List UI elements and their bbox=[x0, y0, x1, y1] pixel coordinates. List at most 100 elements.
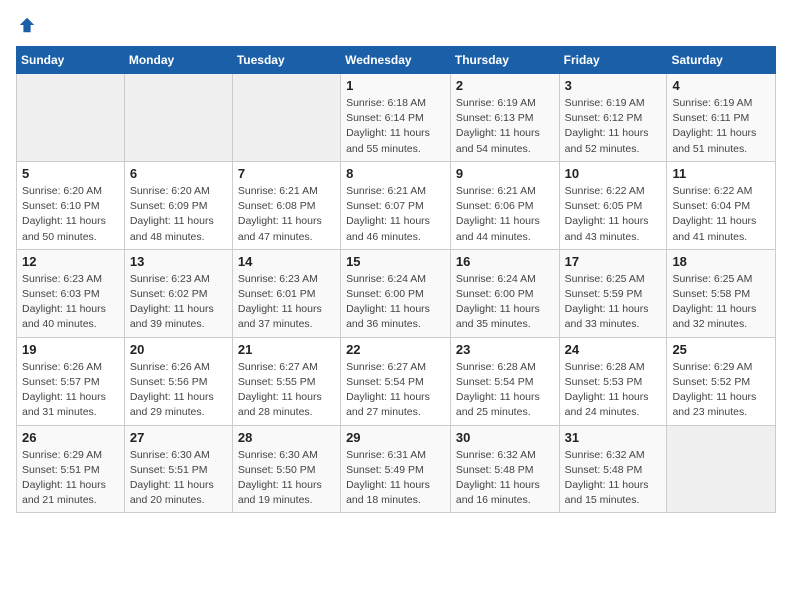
calendar-header-row: SundayMondayTuesdayWednesdayThursdayFrid… bbox=[17, 47, 776, 74]
day-number: 18 bbox=[672, 254, 770, 269]
day-detail: Sunrise: 6:20 AM Sunset: 6:09 PM Dayligh… bbox=[130, 184, 227, 245]
calendar-cell: 22 Sunrise: 6:27 AM Sunset: 5:54 PM Dayli… bbox=[341, 337, 451, 425]
calendar-cell: 26 Sunrise: 6:29 AM Sunset: 5:51 PM Dayli… bbox=[17, 425, 125, 513]
day-detail: Sunrise: 6:30 AM Sunset: 5:51 PM Dayligh… bbox=[130, 448, 227, 509]
calendar-cell bbox=[124, 74, 232, 162]
calendar-cell: 11 Sunrise: 6:22 AM Sunset: 6:04 PM Dayli… bbox=[667, 161, 776, 249]
day-number: 12 bbox=[22, 254, 119, 269]
logo bbox=[16, 16, 36, 34]
day-number: 19 bbox=[22, 342, 119, 357]
calendar-cell: 28Sunrise: 6:30 AM Sunset: 5:50 PM Dayli… bbox=[232, 425, 340, 513]
day-number: 6 bbox=[130, 166, 227, 181]
calendar-cell: 17 Sunrise: 6:25 AM Sunset: 5:59 PM Dayli… bbox=[559, 249, 667, 337]
weekday-header: Saturday bbox=[667, 47, 776, 74]
calendar-cell: 27Sunrise: 6:30 AM Sunset: 5:51 PM Dayli… bbox=[124, 425, 232, 513]
calendar-week-row: 5 Sunrise: 6:20 AM Sunset: 6:10 PM Daylig… bbox=[17, 161, 776, 249]
day-number: 26 bbox=[22, 430, 119, 445]
calendar-cell: 31 Sunrise: 6:32 AM Sunset: 5:48 PM Dayli… bbox=[559, 425, 667, 513]
day-detail: Sunrise: 6:21 AM Sunset: 6:06 PM Dayligh… bbox=[456, 184, 554, 245]
calendar-cell: 9 Sunrise: 6:21 AM Sunset: 6:06 PM Daylig… bbox=[450, 161, 559, 249]
day-detail: Sunrise: 6:23 AM Sunset: 6:01 PM Dayligh… bbox=[238, 272, 335, 333]
calendar-week-row: 12Sunrise: 6:23 AM Sunset: 6:03 PM Dayli… bbox=[17, 249, 776, 337]
day-detail: Sunrise: 6:22 AM Sunset: 6:05 PM Dayligh… bbox=[565, 184, 662, 245]
day-number: 28 bbox=[238, 430, 335, 445]
calendar-cell: 29 Sunrise: 6:31 AM Sunset: 5:49 PM Dayli… bbox=[341, 425, 451, 513]
weekday-header: Wednesday bbox=[341, 47, 451, 74]
day-number: 29 bbox=[346, 430, 445, 445]
day-number: 1 bbox=[346, 78, 445, 93]
day-number: 16 bbox=[456, 254, 554, 269]
day-detail: Sunrise: 6:26 AM Sunset: 5:56 PM Dayligh… bbox=[130, 360, 227, 421]
calendar-cell: 8 Sunrise: 6:21 AM Sunset: 6:07 PM Daylig… bbox=[341, 161, 451, 249]
calendar-cell: 12Sunrise: 6:23 AM Sunset: 6:03 PM Dayli… bbox=[17, 249, 125, 337]
day-detail: Sunrise: 6:19 AM Sunset: 6:11 PM Dayligh… bbox=[672, 96, 770, 157]
calendar-cell: 10 Sunrise: 6:22 AM Sunset: 6:05 PM Dayli… bbox=[559, 161, 667, 249]
weekday-header: Friday bbox=[559, 47, 667, 74]
day-detail: Sunrise: 6:21 AM Sunset: 6:08 PM Dayligh… bbox=[238, 184, 335, 245]
weekday-header: Thursday bbox=[450, 47, 559, 74]
day-detail: Sunrise: 6:29 AM Sunset: 5:52 PM Dayligh… bbox=[672, 360, 770, 421]
logo-icon bbox=[18, 16, 36, 34]
day-detail: Sunrise: 6:25 AM Sunset: 5:59 PM Dayligh… bbox=[565, 272, 662, 333]
day-detail: Sunrise: 6:18 AM Sunset: 6:14 PM Dayligh… bbox=[346, 96, 445, 157]
calendar-cell: 25 Sunrise: 6:29 AM Sunset: 5:52 PM Dayli… bbox=[667, 337, 776, 425]
day-detail: Sunrise: 6:25 AM Sunset: 5:58 PM Dayligh… bbox=[672, 272, 770, 333]
day-detail: Sunrise: 6:29 AM Sunset: 5:51 PM Dayligh… bbox=[22, 448, 119, 509]
day-number: 13 bbox=[130, 254, 227, 269]
day-detail: Sunrise: 6:32 AM Sunset: 5:48 PM Dayligh… bbox=[565, 448, 662, 509]
calendar-cell: 19Sunrise: 6:26 AM Sunset: 5:57 PM Dayli… bbox=[17, 337, 125, 425]
calendar-week-row: 19Sunrise: 6:26 AM Sunset: 5:57 PM Dayli… bbox=[17, 337, 776, 425]
weekday-header: Tuesday bbox=[232, 47, 340, 74]
day-number: 24 bbox=[565, 342, 662, 357]
day-number: 10 bbox=[565, 166, 662, 181]
calendar-cell: 5 Sunrise: 6:20 AM Sunset: 6:10 PM Daylig… bbox=[17, 161, 125, 249]
day-number: 25 bbox=[672, 342, 770, 357]
day-number: 11 bbox=[672, 166, 770, 181]
calendar-cell bbox=[17, 74, 125, 162]
day-number: 9 bbox=[456, 166, 554, 181]
calendar-cell: 3Sunrise: 6:19 AM Sunset: 6:12 PM Daylig… bbox=[559, 74, 667, 162]
day-number: 17 bbox=[565, 254, 662, 269]
calendar-cell: 14 Sunrise: 6:23 AM Sunset: 6:01 PM Dayli… bbox=[232, 249, 340, 337]
day-detail: Sunrise: 6:27 AM Sunset: 5:55 PM Dayligh… bbox=[238, 360, 335, 421]
day-detail: Sunrise: 6:32 AM Sunset: 5:48 PM Dayligh… bbox=[456, 448, 554, 509]
day-number: 15 bbox=[346, 254, 445, 269]
day-number: 21 bbox=[238, 342, 335, 357]
calendar-cell: 1 Sunrise: 6:18 AM Sunset: 6:14 PM Daylig… bbox=[341, 74, 451, 162]
day-detail: Sunrise: 6:23 AM Sunset: 6:02 PM Dayligh… bbox=[130, 272, 227, 333]
day-number: 8 bbox=[346, 166, 445, 181]
day-number: 31 bbox=[565, 430, 662, 445]
day-number: 7 bbox=[238, 166, 335, 181]
day-detail: Sunrise: 6:19 AM Sunset: 6:13 PM Dayligh… bbox=[456, 96, 554, 157]
calendar-cell: 30Sunrise: 6:32 AM Sunset: 5:48 PM Dayli… bbox=[450, 425, 559, 513]
calendar-cell: 15 Sunrise: 6:24 AM Sunset: 6:00 PM Dayli… bbox=[341, 249, 451, 337]
calendar-cell: 6 Sunrise: 6:20 AM Sunset: 6:09 PM Daylig… bbox=[124, 161, 232, 249]
calendar-week-row: 1 Sunrise: 6:18 AM Sunset: 6:14 PM Daylig… bbox=[17, 74, 776, 162]
calendar-cell bbox=[232, 74, 340, 162]
day-detail: Sunrise: 6:31 AM Sunset: 5:49 PM Dayligh… bbox=[346, 448, 445, 509]
calendar-cell: 20Sunrise: 6:26 AM Sunset: 5:56 PM Dayli… bbox=[124, 337, 232, 425]
weekday-header: Sunday bbox=[17, 47, 125, 74]
day-detail: Sunrise: 6:27 AM Sunset: 5:54 PM Dayligh… bbox=[346, 360, 445, 421]
day-number: 5 bbox=[22, 166, 119, 181]
day-detail: Sunrise: 6:28 AM Sunset: 5:54 PM Dayligh… bbox=[456, 360, 554, 421]
page-header bbox=[16, 16, 776, 34]
calendar-cell: 2 Sunrise: 6:19 AM Sunset: 6:13 PM Daylig… bbox=[450, 74, 559, 162]
calendar-cell: 7 Sunrise: 6:21 AM Sunset: 6:08 PM Daylig… bbox=[232, 161, 340, 249]
day-detail: Sunrise: 6:24 AM Sunset: 6:00 PM Dayligh… bbox=[456, 272, 554, 333]
calendar-cell: 13 Sunrise: 6:23 AM Sunset: 6:02 PM Dayli… bbox=[124, 249, 232, 337]
day-number: 4 bbox=[672, 78, 770, 93]
calendar-week-row: 26 Sunrise: 6:29 AM Sunset: 5:51 PM Dayli… bbox=[17, 425, 776, 513]
calendar-cell: 24Sunrise: 6:28 AM Sunset: 5:53 PM Dayli… bbox=[559, 337, 667, 425]
calendar-cell: 4 Sunrise: 6:19 AM Sunset: 6:11 PM Daylig… bbox=[667, 74, 776, 162]
day-number: 2 bbox=[456, 78, 554, 93]
day-number: 22 bbox=[346, 342, 445, 357]
day-number: 14 bbox=[238, 254, 335, 269]
day-detail: Sunrise: 6:22 AM Sunset: 6:04 PM Dayligh… bbox=[672, 184, 770, 245]
day-detail: Sunrise: 6:21 AM Sunset: 6:07 PM Dayligh… bbox=[346, 184, 445, 245]
day-number: 23 bbox=[456, 342, 554, 357]
day-detail: Sunrise: 6:24 AM Sunset: 6:00 PM Dayligh… bbox=[346, 272, 445, 333]
calendar-cell: 21 Sunrise: 6:27 AM Sunset: 5:55 PM Dayli… bbox=[232, 337, 340, 425]
day-detail: Sunrise: 6:20 AM Sunset: 6:10 PM Dayligh… bbox=[22, 184, 119, 245]
calendar-cell: 18 Sunrise: 6:25 AM Sunset: 5:58 PM Dayli… bbox=[667, 249, 776, 337]
